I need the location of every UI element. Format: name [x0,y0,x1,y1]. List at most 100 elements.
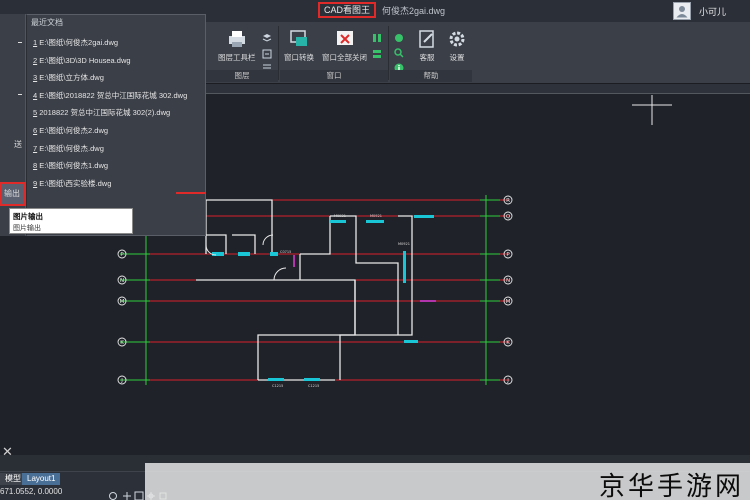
close-all-windows-button[interactable]: 窗口全部关闭 [322,28,367,63]
snap-icon[interactable] [108,488,118,500]
layer-icon-small[interactable] [262,30,272,42]
axis-label: Q [506,214,511,220]
recent-document-number: 9 [33,178,38,188]
recent-document-item[interactable]: 6 E:\图纸\何俊杰2.dwg [27,122,205,140]
selection-highlight [176,192,206,194]
axis-label: K [506,340,510,346]
user-area[interactable]: 小可儿 [672,2,726,20]
group-separator [278,26,279,80]
recent-document-item[interactable]: 2 E:\图纸\3D\3D Housea.dwg [27,52,205,70]
recent-document-number: 1 [33,38,38,47]
recent-document-number: 4 [33,90,38,100]
search-icon[interactable] [394,45,404,58]
axis-label: N [506,278,510,284]
edit-doc-icon [416,28,438,50]
pause-icon[interactable] [372,30,382,42]
crosshair-cursor [632,95,672,125]
axis-bubble: N [503,275,513,285]
walls [196,199,413,381]
recent-document-path: E:\图纸\何俊杰2gai.dwg [39,38,119,47]
file-name: 何俊杰2gai.dwg [382,5,446,16]
user-icon [676,6,688,18]
customer-service-button[interactable]: 客服 [416,28,438,63]
app-menu-send[interactable]: 送 [0,139,26,150]
recent-document-path: E:\图纸\何俊杰.dwg [39,143,104,153]
svg-text:M0921: M0921 [398,242,410,246]
printer-icon [226,28,248,50]
recent-document-path: E:\图纸\何俊杰2.dwg [39,125,109,135]
recent-document-number: 7 [33,143,38,153]
recent-document-number: 3 [33,73,38,83]
app-menu: 送 输出 [0,14,26,236]
settings-button[interactable]: 设置 [446,28,468,63]
recent-document-item[interactable]: 1 E:\图纸\何俊杰2gai.dwg [27,34,205,52]
recent-documents-panel: 最近文档 1 E:\图纸\何俊杰2gai.dwg 2 E:\图纸\3D\3D Ho… [26,14,206,236]
app-menu-dash [0,90,26,99]
window-switch-button[interactable]: 窗口转换 [284,28,314,63]
gear-icon [446,28,468,50]
tile-icon[interactable] [372,46,382,58]
svg-text:C1215: C1215 [308,384,319,388]
grid-icon[interactable] [122,488,132,500]
recent-document-path: E:\图纸\立方体.dwg [39,73,104,83]
zoom-icon[interactable] [394,30,404,42]
axis-label: J [506,378,509,384]
cad-app-window: { "window": { "app_name": "CAD看图王", "fil… [0,0,750,500]
axis-bubble: M [503,296,513,306]
axis-bubble: Q [503,211,513,221]
recent-document-number: 5 [33,108,38,118]
svg-text:C1215: C1215 [272,384,283,388]
axis-label: K [120,340,124,346]
recent-document-item[interactable]: 8 E:\图纸\何俊杰1.dwg [27,157,205,175]
close-window-icon [334,28,356,50]
close-icon[interactable]: ✕ [2,444,13,460]
tab-layout1[interactable]: Layout1 [22,473,61,485]
app-menu-export[interactable]: 输出 [0,182,26,206]
tooltip-description: 图片输出 [13,225,41,232]
coordinate-readout: 671.0552, 0.0000 [0,487,63,496]
axis-bubbles-right: RQPNMKJ [503,195,513,385]
window-switch-icon [288,28,310,50]
axis-label: M [120,299,125,305]
door-swings [205,234,287,281]
group-separator [388,26,389,80]
group-label-help: 帮助 [390,70,472,82]
axis-bubble: R [503,195,513,205]
info-icon[interactable] [394,60,404,73]
watermark: 京华手游网 [145,463,750,500]
svg-text:C0715: C0715 [280,250,291,254]
recent-document-path: E:\图纸\3D\3D Housea.dwg [39,55,131,65]
axis-label: J [120,378,123,384]
group-label-layer: 图层 [206,70,278,82]
highlight-marks [293,255,436,302]
layer-list-icon[interactable] [262,60,272,72]
axis-label: N [120,278,124,284]
layer-toolbar-button[interactable]: 图层工具栏 [218,28,256,63]
app-menu-dash [0,38,26,47]
recent-document-item[interactable]: 5 2018822 贺总中江国际花城 302(2).dwg [27,104,205,122]
group-label-window: 窗口 [280,70,388,82]
recent-document-path: E:\图纸\2018822 贺总中江国际花城 302.dwg [39,90,188,100]
avatar[interactable] [672,2,691,20]
svg-text:M0921: M0921 [370,214,382,218]
ortho-icon[interactable] [134,488,144,500]
recent-document-item[interactable]: 7 E:\图纸\何俊杰.dwg [27,140,205,158]
axis-label: M [506,299,511,305]
user-name: 小可儿 [698,6,726,17]
recent-document-item[interactable]: 4 E:\图纸\2018822 贺总中江国际花城 302.dwg [27,87,205,105]
app-name: CAD看图王 [318,2,377,18]
recent-document-item[interactable]: 9 E:\图纸\西实验楼.dwg [27,175,205,193]
watermark-text: 京华手游网 [598,472,744,500]
recent-documents-title: 最近文档 [31,18,63,27]
recent-documents-list: 1 E:\图纸\何俊杰2gai.dwg 2 E:\图纸\3D\3D Housea.… [27,34,205,192]
axis-bubbles-left: PNMKJ [117,249,127,385]
svg-text:M0921: M0921 [334,214,346,218]
tooltip: 图片输出 图片输出 [9,208,133,234]
recent-document-item[interactable]: 3 E:\图纸\立方体.dwg [27,69,205,87]
layer-state-icon[interactable] [262,46,272,59]
window-title: CAD看图王 何俊杰2gai.dwg [318,2,445,18]
recent-document-number: 6 [33,125,38,135]
recent-document-path: E:\图纸\西实验楼.dwg [39,178,112,188]
recent-document-path: 2018822 贺总中江国际花城 302(2).dwg [39,108,171,118]
tooltip-title: 图片输出 [13,212,43,221]
